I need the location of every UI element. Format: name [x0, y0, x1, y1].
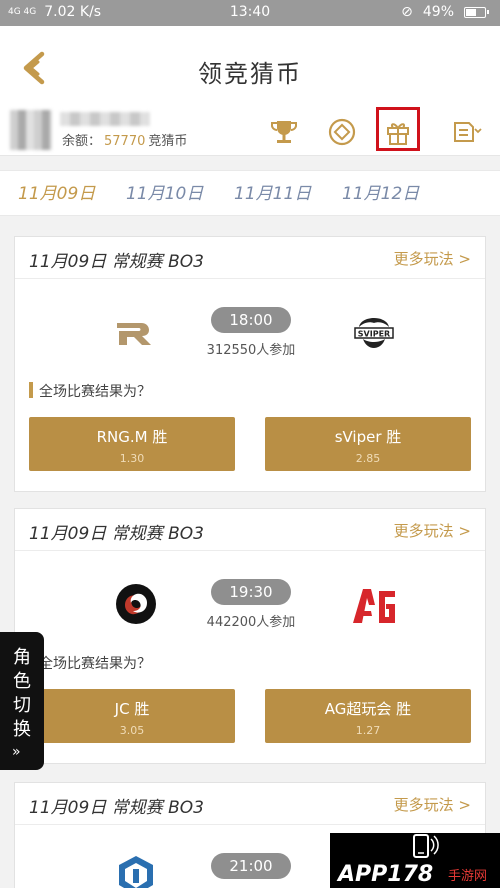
status-right: ⊘ 49% — [401, 4, 489, 20]
tab-date-4[interactable]: 11月12日 — [342, 171, 419, 217]
card-header: 11月09日 常规赛 BO3 更多玩法 > — [15, 783, 485, 825]
balance-label: 余额： — [62, 134, 102, 149]
battery-icon — [464, 6, 489, 18]
mute-icon: ⊘ — [401, 4, 413, 20]
coin-icon — [328, 118, 356, 146]
app-header: 领竞猜币 — [0, 26, 500, 104]
card-header: 11月09日 常规赛 BO3 更多玩法 > — [15, 237, 485, 279]
tab-date-1[interactable]: 11月09日 — [18, 171, 95, 217]
bet-team-b-button[interactable]: AG超玩会 胜 1.27 — [265, 689, 471, 743]
gift-icon — [387, 123, 409, 145]
username-blurred — [60, 112, 150, 126]
bet-odds: 1.27 — [355, 724, 381, 737]
bet-odds: 1.30 — [119, 452, 145, 465]
rng-team-logo — [111, 309, 161, 359]
bet-team-a-button[interactable]: RNG.M 胜 1.30 — [29, 417, 235, 471]
match-title: 11月09日 常规赛 BO3 — [29, 798, 204, 818]
watermark-text: APP178 — [336, 862, 433, 887]
match-time: 19:30 — [211, 579, 291, 605]
status-bar: 4G 4G 7.02 K/s 13:40 ⊘ 49% — [0, 0, 500, 26]
jc-logo-icon — [116, 584, 156, 624]
svg-text:SVIPER: SVIPER — [358, 330, 390, 339]
tab-date-3[interactable]: 11月11日 — [234, 171, 311, 217]
rng-logo-icon — [117, 323, 151, 345]
trophy-icon — [271, 121, 297, 143]
coin-button[interactable] — [324, 114, 360, 150]
page-title: 领竞猜币 — [198, 60, 302, 88]
more-plays-link[interactable]: 更多玩法 > — [394, 248, 471, 269]
more-plays-link[interactable]: 更多玩法 > — [394, 520, 471, 541]
question-text: 全场比赛结果为？ — [29, 653, 151, 673]
card-header: 11月09日 常规赛 BO3 更多玩法 > — [15, 509, 485, 551]
balance: 余额： 57770 竞猜币 — [62, 130, 187, 149]
bet-odds: 2.85 — [355, 452, 381, 465]
bet-team-b-button[interactable]: sViper 胜 2.85 — [265, 417, 471, 471]
gift-button[interactable] — [380, 114, 416, 150]
match-time: 18:00 — [211, 307, 291, 333]
team-logo — [111, 851, 161, 888]
sviper-team-logo: SVIPER — [349, 307, 399, 357]
match-title: 11月09日 常规赛 BO3 — [29, 524, 204, 544]
more-plays-link[interactable]: 更多玩法 > — [394, 794, 471, 815]
match-title: 11月09日 常规赛 BO3 — [29, 252, 204, 272]
sviper-logo-icon: SVIPER — [354, 318, 394, 348]
trophy-button[interactable] — [266, 114, 302, 150]
match-card: 11月09日 常规赛 BO3 更多玩法 > 18:00 312550人参加 SV… — [14, 236, 486, 492]
bet-label: sViper 胜 — [334, 428, 402, 446]
question-text: 全场比赛结果为？ — [29, 381, 151, 401]
menu-button[interactable] — [448, 114, 484, 150]
hexagon-team-logo-icon — [119, 856, 153, 888]
tab-date-2[interactable]: 11月10日 — [126, 171, 203, 217]
role-switch-label: 角色切换 — [13, 647, 31, 740]
double-chevron-right-icon: » — [12, 744, 21, 760]
role-switch-button[interactable]: 角色切换 » — [0, 632, 44, 770]
bet-label: RNG.M 胜 — [96, 428, 168, 446]
jc-team-logo — [111, 579, 161, 629]
user-bar: 余额： 57770 竞猜币 — [0, 104, 500, 156]
avatar[interactable] — [10, 110, 52, 150]
bet-label: AG超玩会 胜 — [324, 700, 412, 718]
bet-team-a-button[interactable]: JC 胜 3.05 — [29, 689, 235, 743]
ag-team-logo — [349, 581, 399, 631]
bet-label: JC 胜 — [114, 700, 150, 718]
app178-watermark: APP178 手游网 — [330, 833, 500, 888]
battery-percent: 49% — [422, 4, 454, 20]
balance-unit: 竞猜币 — [148, 134, 188, 149]
watermark-sub: 手游网 — [448, 869, 487, 884]
participants-count: 312550人参加 — [206, 343, 296, 358]
match-time: 21:00 — [211, 853, 291, 879]
bet-odds: 3.05 — [119, 724, 145, 737]
ag-logo-icon — [353, 589, 395, 623]
menu-icon — [454, 122, 482, 142]
app178-logo-icon: APP178 手游网 — [336, 834, 487, 887]
date-tabs: 11月09日 11月10日 11月11日 11月12日 — [0, 170, 500, 216]
match-card: 11月09日 常规赛 BO3 更多玩法 > 19:30 442200人参加 全场… — [14, 508, 486, 764]
battery-fill — [466, 8, 476, 16]
participants-count: 442200人参加 — [206, 615, 296, 630]
balance-value: 57770 — [104, 134, 146, 149]
